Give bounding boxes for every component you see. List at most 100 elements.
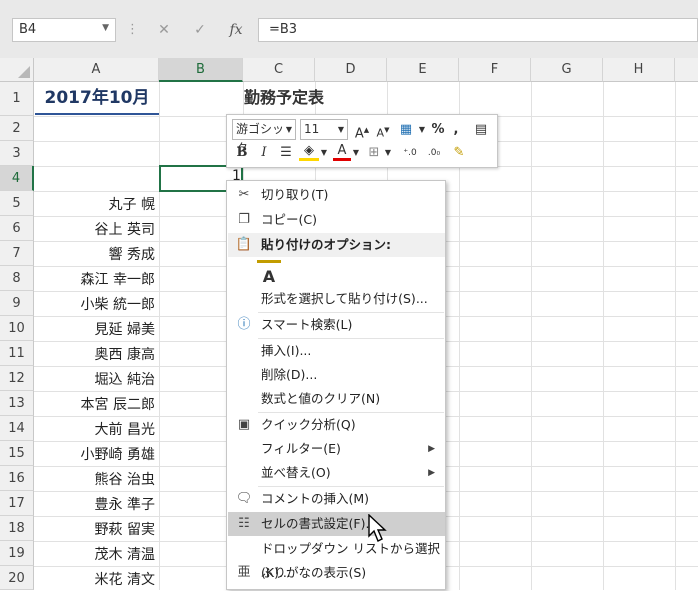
chevron-down-icon[interactable]: ▼ <box>351 143 361 163</box>
menu-item-sort[interactable]: 並べ替え(O) ▶ <box>228 461 445 485</box>
row-header-10[interactable]: 10 <box>0 316 34 341</box>
menu-item-insert[interactable]: 挿入(I)... <box>228 339 445 363</box>
row-header-19[interactable]: 19 <box>0 541 34 566</box>
cell-c1-heading[interactable]: 勤務予定表 <box>244 83 324 113</box>
menu-item-clear-contents[interactable]: 数式と値のクリア(N) <box>228 387 445 411</box>
cancel-button[interactable]: ✕ <box>150 18 178 42</box>
row-header-1[interactable]: 1 <box>0 82 34 116</box>
row-header-15[interactable]: 15 <box>0 441 34 466</box>
employee-name-cell[interactable]: 響 秀成 <box>35 244 159 264</box>
column-header-g[interactable]: G <box>531 58 603 82</box>
chevron-down-icon[interactable]: ▼ <box>383 143 393 163</box>
bold-button[interactable]: B <box>233 143 251 163</box>
submenu-arrow-icon: ▶ <box>428 468 435 478</box>
row-header-18[interactable]: 18 <box>0 516 34 541</box>
menu-item-pick-from-dropdown[interactable]: ドロップダウン リストから選択(K)... <box>228 537 445 580</box>
menu-header-paste-options: 📋 貼り付けのオプション: <box>228 233 445 257</box>
percent-style-icon[interactable]: % <box>430 120 446 140</box>
increase-font-size-icon[interactable]: A▲ <box>353 120 371 144</box>
format-painter-icon[interactable]: ▤ <box>471 120 491 140</box>
context-menu: ✂ 切り取り(T) ❐ コピー(C) 📋 貼り付けのオプション: A 形式を選択… <box>226 180 446 590</box>
column-header-b[interactable]: B <box>159 58 243 82</box>
menu-item-filter[interactable]: フィルター(E) ▶ <box>228 437 445 461</box>
paste-values-icon[interactable]: A <box>257 260 281 288</box>
align-center-icon[interactable]: ☰ <box>277 143 295 163</box>
menu-item-format-cells[interactable]: ☷ セルの書式設定(F)... <box>228 512 445 536</box>
font-size-select[interactable]: 11 ▼ <box>300 119 348 140</box>
row-header-13[interactable]: 13 <box>0 391 34 416</box>
row-header-3[interactable]: 3 <box>0 141 34 166</box>
format-cells-icon: ☷ <box>238 516 250 531</box>
menu-item-label: スマート検索(L) <box>261 317 353 332</box>
employee-name-cell[interactable]: 豊永 準子 <box>35 494 159 514</box>
font-size-value: 11 <box>304 122 320 136</box>
column-header-e[interactable]: E <box>387 58 459 82</box>
row-header-7[interactable]: 7 <box>0 241 34 266</box>
comma-style-icon[interactable]: , <box>449 120 463 140</box>
menu-item-smart-lookup[interactable]: ⓘ スマート検索(L) <box>228 313 445 337</box>
employee-name-cell[interactable]: 森江 幸一郎 <box>35 269 159 289</box>
menu-item-insert-comment[interactable]: 🗨 コメントの挿入(M) <box>228 487 445 511</box>
menu-item-delete[interactable]: 削除(D)... <box>228 363 445 387</box>
row-header-6[interactable]: 6 <box>0 216 34 241</box>
employee-name-cell[interactable]: 堀込 純治 <box>35 369 159 389</box>
employee-name-cell[interactable]: 茂木 清温 <box>35 544 159 564</box>
formula-input[interactable]: =B3 <box>258 18 698 42</box>
employee-name-cell[interactable]: 見延 婦美 <box>35 319 159 339</box>
employee-name-cell[interactable]: 小柴 統一郎 <box>35 294 159 314</box>
row-header-9[interactable]: 9 <box>0 291 34 316</box>
column-header-c[interactable]: C <box>243 58 315 82</box>
row-header-12[interactable]: 12 <box>0 366 34 391</box>
employee-name-cell[interactable]: 小野崎 勇雄 <box>35 444 159 464</box>
fill-color-icon[interactable]: ◈ <box>299 143 319 161</box>
chevron-down-icon[interactable]: ▼ <box>417 120 427 140</box>
gridline <box>675 82 676 590</box>
employee-name-cell[interactable]: 熊谷 治虫 <box>35 469 159 489</box>
menu-item-label: 並べ替え(O) <box>261 465 331 480</box>
row-header-11[interactable]: 11 <box>0 341 34 366</box>
column-header-h[interactable]: H <box>603 58 675 82</box>
row-header-14[interactable]: 14 <box>0 416 34 441</box>
employee-name-cell[interactable]: 野萩 留実 <box>35 519 159 539</box>
column-header-f[interactable]: F <box>459 58 531 82</box>
chevron-down-icon[interactable]: ▼ <box>102 23 109 33</box>
menu-item-quick-analysis[interactable]: ▣ クイック分析(Q) <box>228 413 445 437</box>
employee-name-cell[interactable]: 谷上 英司 <box>35 219 159 239</box>
format-painter-brush-icon[interactable]: ✎ <box>449 143 469 163</box>
name-box[interactable]: B4 ▼ <box>12 18 116 42</box>
number-format-icon[interactable]: ▦ <box>395 120 417 140</box>
cell-a1-title[interactable]: 2017年10月 <box>35 83 159 115</box>
row-header-5[interactable]: 5 <box>0 191 34 216</box>
formula-bar-area: B4 ▼ ⋮ ✕ ✓ fx =B3 <box>0 0 698 58</box>
employee-name-cell[interactable]: 奥西 康高 <box>35 344 159 364</box>
row-header-16[interactable]: 16 <box>0 466 34 491</box>
font-name-select[interactable]: 游ゴシック ▼ <box>232 119 296 155</box>
employee-name-cell[interactable]: 大前 昌光 <box>35 419 159 439</box>
menu-item-copy[interactable]: ❐ コピー(C) <box>228 208 445 232</box>
decrease-font-size-icon[interactable]: A▼ <box>374 120 392 144</box>
row-header-20[interactable]: 20 <box>0 566 34 590</box>
phonetic-icon: 亜 <box>237 565 251 580</box>
employee-name-cell[interactable]: 米花 清文 <box>35 569 159 589</box>
decrease-decimal-icon[interactable]: .0₀ <box>423 143 445 163</box>
chevron-down-icon[interactable]: ▼ <box>319 143 329 163</box>
insert-function-button[interactable]: fx <box>222 18 250 42</box>
row-header-2[interactable]: 2 <box>0 116 34 141</box>
column-header-i[interactable] <box>675 58 698 82</box>
row-header-8[interactable]: 8 <box>0 266 34 291</box>
employee-name-cell[interactable]: 丸子 幌 <box>35 194 159 214</box>
font-color-icon[interactable]: A <box>333 143 351 161</box>
italic-button[interactable]: I <box>255 143 273 163</box>
enter-button[interactable]: ✓ <box>186 18 214 42</box>
column-header-d[interactable]: D <box>315 58 387 82</box>
menu-item-paste-special[interactable]: 形式を選択して貼り付け(S)... <box>228 287 445 311</box>
menu-item-cut[interactable]: ✂ 切り取り(T) <box>228 183 445 207</box>
row-header-17[interactable]: 17 <box>0 491 34 516</box>
menu-item-show-phonetic[interactable]: 亜 ふりがなの表示(S) <box>228 561 445 585</box>
borders-icon[interactable]: ⊞ <box>365 143 383 163</box>
employee-name-cell[interactable]: 本宮 辰二郎 <box>35 394 159 414</box>
row-header-4[interactable]: 4 <box>0 166 34 191</box>
increase-decimal-icon[interactable]: ⁺.0 <box>399 143 421 163</box>
column-header-a[interactable]: A <box>34 58 159 82</box>
select-all-button[interactable] <box>0 58 34 82</box>
